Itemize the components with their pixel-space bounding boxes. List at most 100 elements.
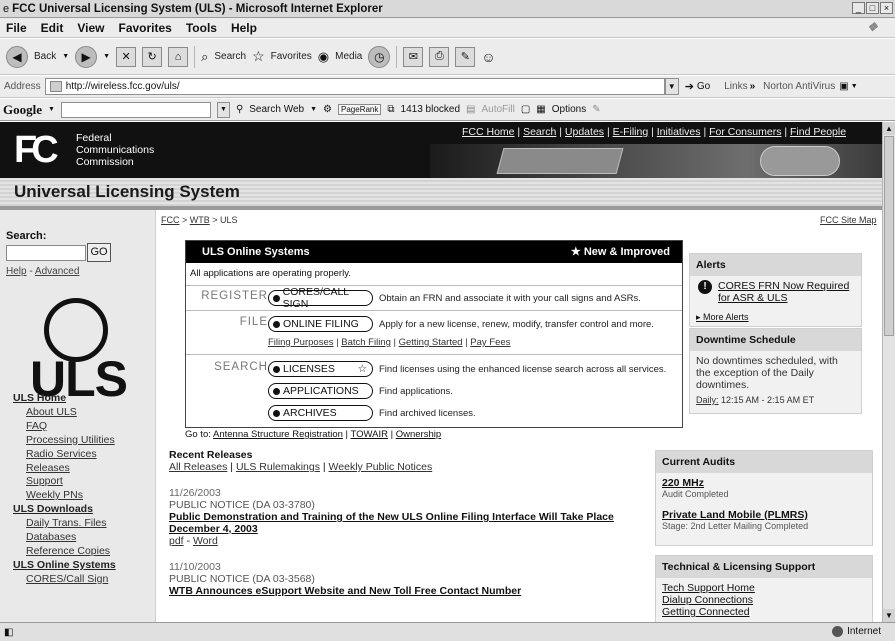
nav-link-find-people[interactable]: Find People	[790, 126, 846, 138]
google-menu-dropdown-icon[interactable]: ▼	[48, 106, 55, 113]
pdf-link[interactable]: pdf	[169, 535, 184, 547]
getting-started-link[interactable]: Getting Started	[399, 337, 463, 348]
nav-link-fcc-home[interactable]: FCC Home	[462, 126, 515, 138]
menu-help[interactable]: Help	[231, 21, 257, 35]
breadcrumb-fcc[interactable]: FCC	[161, 215, 180, 225]
binoculars-icon[interactable]: ⚲	[236, 104, 243, 115]
asr-link[interactable]: Antenna Structure Registration	[213, 429, 343, 440]
search-web-label[interactable]: Search Web	[249, 104, 304, 115]
fcc-logo[interactable]: FC	[14, 128, 72, 172]
nav-link-search[interactable]: Search	[523, 126, 556, 138]
menu-tools[interactable]: Tools	[186, 21, 217, 35]
help-link[interactable]: Help	[6, 266, 27, 277]
forward-dropdown-icon[interactable]: ▼	[103, 53, 110, 60]
forward-arrow-icon[interactable]: ▶	[75, 45, 98, 68]
mail-icon[interactable]: ✉	[403, 46, 424, 67]
back-arrow-icon[interactable]: ◀	[6, 45, 28, 68]
address-input[interactable]: http://wireless.fcc.gov/uls/	[44, 78, 665, 95]
sidebar-group-link[interactable]: ULS Downloads	[13, 503, 116, 517]
sidebar-item-link[interactable]: Weekly PNs	[14, 489, 116, 503]
back-dropdown-icon[interactable]: ▼	[62, 53, 69, 60]
site-map-link[interactable]: FCC Site Map	[820, 215, 877, 225]
minimize-button[interactable]: _	[852, 2, 865, 14]
refresh-icon[interactable]: ↻	[142, 46, 163, 67]
licenses-button[interactable]: LICENSES ☆	[268, 361, 373, 377]
archives-button[interactable]: ARCHIVES	[268, 405, 373, 421]
address-url[interactable]: http://wireless.fcc.gov/uls/	[66, 81, 180, 92]
word-link[interactable]: Word	[193, 535, 218, 547]
uls-rulemakings-link[interactable]: ULS Rulemakings	[236, 461, 320, 473]
search-icon[interactable]: ⌕	[201, 49, 208, 65]
sidebar-item-link[interactable]: Processing Utilities	[14, 434, 116, 448]
advanced-link[interactable]: Advanced	[35, 266, 79, 277]
go-arrow-icon[interactable]: ➔	[685, 80, 694, 93]
favorites-button-label[interactable]: Favorites	[271, 51, 312, 62]
options-icon[interactable]: ▦	[536, 104, 545, 115]
scroll-down-icon[interactable]: ▼	[883, 609, 895, 622]
google-search-input[interactable]	[60, 101, 211, 118]
tech-support-home-link[interactable]: Tech Support Home	[656, 582, 872, 594]
sidebar-item-link[interactable]: Releases	[14, 462, 116, 476]
close-button[interactable]: ×	[880, 2, 893, 14]
popup-blocker-icon[interactable]: ⧉	[387, 104, 394, 115]
sidebar-item-link[interactable]: Radio Services	[14, 448, 116, 462]
online-filing-button[interactable]: ONLINE FILING	[268, 316, 373, 332]
audit-name-link[interactable]: Private Land Mobile (PLMRS)	[662, 509, 866, 521]
edit-icon[interactable]: ✎	[455, 46, 476, 67]
weekly-public-notices-link[interactable]: Weekly Public Notices	[329, 461, 433, 473]
back-button-label[interactable]: Back	[34, 51, 56, 62]
dialup-connections-link[interactable]: Dialup Connections	[656, 594, 872, 606]
release-title-link[interactable]: Public Demonstration and Training of the…	[169, 511, 639, 535]
menu-file[interactable]: File	[6, 21, 27, 35]
scroll-up-icon[interactable]: ▲	[883, 122, 895, 135]
ownership-link[interactable]: Ownership	[396, 429, 441, 440]
release-title-link[interactable]: WTB Announces eSupport Website and New T…	[169, 585, 639, 597]
sidebar-search-input[interactable]	[6, 245, 86, 261]
daily-label[interactable]: Daily:	[696, 395, 719, 405]
cores-call-sign-button[interactable]: CORES/CALL SIGN	[268, 286, 373, 310]
breadcrumb-wtb[interactable]: WTB	[190, 215, 210, 225]
sidebar-item-link[interactable]: Support	[14, 475, 116, 489]
all-releases-link[interactable]: All Releases	[169, 461, 227, 473]
sidebar-group-link[interactable]: ULS Home	[13, 392, 116, 406]
nav-link-e-filing[interactable]: E-Filing	[613, 126, 649, 138]
options-label[interactable]: Options	[552, 104, 586, 115]
norton-antivirus-label[interactable]: Norton AntiVirus	[763, 81, 835, 92]
blocked-count[interactable]: 1413 blocked	[401, 104, 461, 115]
highlight-icon[interactable]: ▢	[521, 104, 530, 115]
site-search-icon[interactable]: ⚙	[323, 104, 332, 115]
messenger-icon[interactable]: ☺	[481, 49, 495, 65]
search-button-label[interactable]: Search	[214, 51, 246, 62]
norton-dropdown-icon[interactable]: ▼	[851, 83, 858, 90]
norton-icon[interactable]: ▣	[839, 81, 848, 92]
applications-button[interactable]: APPLICATIONS	[268, 383, 373, 399]
go-button-label[interactable]: Go	[697, 81, 710, 92]
favorites-star-icon[interactable]: ☆	[252, 48, 265, 65]
sidebar-group-link[interactable]: ULS Online Systems	[13, 559, 116, 573]
menu-favorites[interactable]: Favorites	[118, 21, 171, 35]
google-logo[interactable]: Google	[3, 102, 42, 118]
pencil-icon[interactable]: ✎	[592, 104, 600, 115]
menu-view[interactable]: View	[77, 21, 104, 35]
autofill-label[interactable]: AutoFill	[481, 104, 514, 115]
batch-filing-link[interactable]: Batch Filing	[341, 337, 391, 348]
nav-link-updates[interactable]: Updates	[565, 126, 604, 138]
sidebar-item-link[interactable]: Reference Copies	[14, 545, 116, 559]
address-dropdown-icon[interactable]: ▼	[664, 78, 679, 95]
print-icon[interactable]: ⎙	[429, 46, 450, 67]
media-button-label[interactable]: Media	[335, 51, 362, 62]
stop-icon[interactable]: ✕	[116, 46, 137, 67]
media-icon[interactable]: ◉	[318, 49, 329, 65]
getting-connected-link[interactable]: Getting Connected	[656, 606, 872, 618]
history-icon[interactable]: ◷	[368, 45, 391, 68]
nav-link-initiatives[interactable]: Initiatives	[657, 126, 701, 138]
search-web-dropdown-icon[interactable]: ▼	[310, 106, 317, 113]
menu-edit[interactable]: Edit	[41, 21, 64, 35]
maximize-button[interactable]: □	[866, 2, 879, 14]
filing-purposes-link[interactable]: Filing Purposes	[268, 337, 333, 348]
nav-link-for-consumers[interactable]: For Consumers	[709, 126, 781, 138]
sidebar-item-link[interactable]: Daily Trans. Files	[14, 517, 116, 531]
audit-name-link[interactable]: 220 MHz	[662, 477, 866, 489]
sidebar-item-link[interactable]: About ULS	[14, 406, 116, 420]
more-alerts-link[interactable]: ▸ More Alerts	[696, 312, 749, 323]
